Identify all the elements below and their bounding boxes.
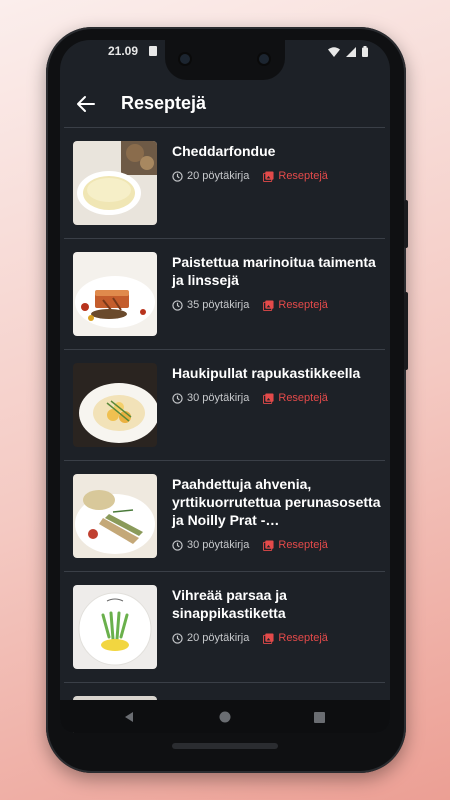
clock-icon xyxy=(172,392,183,404)
wifi-icon xyxy=(328,46,340,57)
recipe-time: 20 pöytäkirja xyxy=(187,632,250,644)
recipe-thumbnail[interactable] xyxy=(73,474,157,558)
system-navigation-bar xyxy=(60,700,390,733)
clock-icon xyxy=(172,632,183,644)
recipe-thumbnail[interactable] xyxy=(73,141,157,225)
signal-icon xyxy=(346,46,356,57)
power-button xyxy=(404,200,408,248)
recipe-category[interactable]: Reseptejä xyxy=(263,539,328,551)
recipe-meta: 20 pöytäkirja Reseptejä xyxy=(172,170,328,182)
battery-icon xyxy=(362,46,368,57)
recipe-thumbnail[interactable] xyxy=(73,252,157,336)
recipe-category-label: Reseptejä xyxy=(278,539,328,551)
recipe-title: Haukipullat rapukastikkeella xyxy=(172,365,361,381)
recipe-category-label: Reseptejä xyxy=(278,392,328,404)
camera-notch xyxy=(165,40,285,80)
recipe-category-label: Reseptejä xyxy=(278,299,328,311)
recipe-title: Paahdettuja ahvenia, yrttikuorrutettua p… xyxy=(172,476,381,528)
front-camera xyxy=(180,54,190,64)
clock-icon xyxy=(172,539,183,551)
recipe-category-label: Reseptejä xyxy=(278,632,328,644)
recipe-category[interactable]: Reseptejä xyxy=(263,170,328,182)
recipe-item-taimenta[interactable]: Paistettua marinoitua taimenta ja linsse… xyxy=(64,239,385,349)
recipe-title: Cheddarfondue xyxy=(172,143,276,159)
gallery-icon xyxy=(263,539,274,551)
page-title: Reseptejä xyxy=(121,93,207,113)
recipe-category-label: Reseptejä xyxy=(278,170,328,182)
gallery-icon xyxy=(263,299,274,311)
recipe-thumbnail[interactable] xyxy=(73,363,157,447)
recipe-list: Cheddarfondue 20 pöytäkirja Reseptejä Pa… xyxy=(64,127,385,733)
recipe-meta: 30 pöytäkirja Reseptejä xyxy=(172,539,328,551)
status-icons xyxy=(328,46,368,57)
recipe-meta: 20 pöytäkirja Reseptejä xyxy=(172,632,328,644)
nav-home-icon[interactable] xyxy=(219,711,231,723)
recipe-category[interactable]: Reseptejä xyxy=(263,299,328,311)
recipe-time: 35 pöytäkirja xyxy=(187,299,250,311)
recipe-thumbnail[interactable] xyxy=(73,585,157,669)
gallery-icon xyxy=(263,392,274,404)
app-bar: Reseptejä xyxy=(60,80,390,130)
app-screen: 21.09 Reseptejä Cheddarfondue 20 pöytäki… xyxy=(60,40,390,733)
volume-button xyxy=(404,292,408,370)
recipe-category[interactable]: Reseptejä xyxy=(263,632,328,644)
front-camera xyxy=(259,54,269,64)
recipe-meta: 35 pöytäkirja Reseptejä xyxy=(172,299,328,311)
nav-recents-icon[interactable] xyxy=(314,712,325,723)
speaker-grille xyxy=(172,743,278,749)
sim-icon xyxy=(149,46,157,56)
back-arrow-icon[interactable] xyxy=(74,92,98,116)
recipe-meta: 30 pöytäkirja Reseptejä xyxy=(172,392,328,404)
clock-icon xyxy=(172,299,183,311)
gallery-icon xyxy=(263,632,274,644)
gallery-icon xyxy=(263,170,274,182)
status-time: 21.09 xyxy=(108,44,139,58)
recipe-time: 30 pöytäkirja xyxy=(187,392,250,404)
recipe-title: Paistettua marinoitua taimenta ja linsse… xyxy=(172,254,376,288)
recipe-category[interactable]: Reseptejä xyxy=(263,392,328,404)
recipe-time: 20 pöytäkirja xyxy=(187,170,250,182)
recipe-item-parsaa[interactable]: Vihreää parsaa ja sinappikastiketta 20 p… xyxy=(64,572,385,682)
recipe-item-haukipullat[interactable]: Haukipullat rapukastikkeella 30 pöytäkir… xyxy=(64,350,385,460)
recipe-time: 30 pöytäkirja xyxy=(187,539,250,551)
recipe-title: Vihreää parsaa ja sinappikastiketta xyxy=(172,587,287,621)
clock-icon xyxy=(172,170,183,182)
nav-back-icon[interactable] xyxy=(123,711,135,723)
recipe-item-cheddarfondue[interactable]: Cheddarfondue 20 pöytäkirja Reseptejä xyxy=(64,128,385,238)
recipe-item-ahvenia[interactable]: Paahdettuja ahvenia, yrttikuorrutettua p… xyxy=(64,461,385,571)
